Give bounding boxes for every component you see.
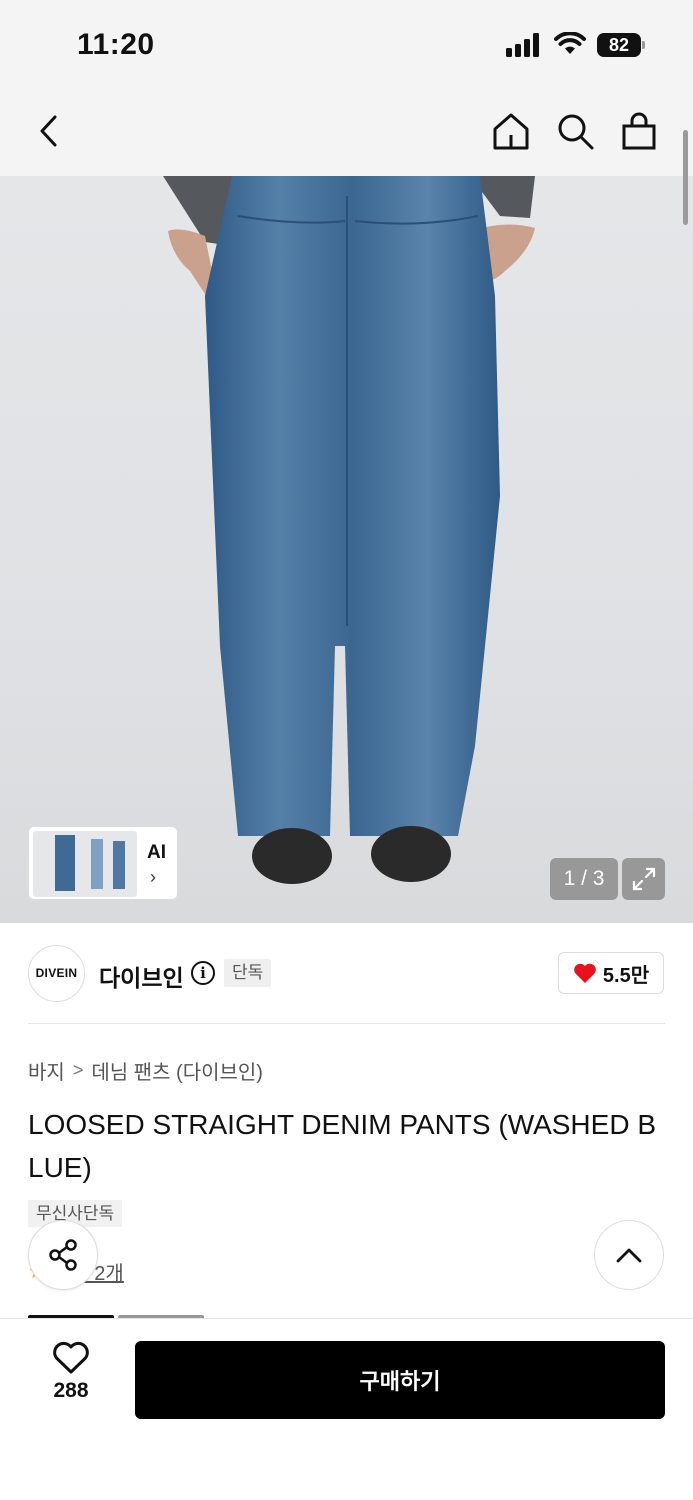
battery-level: 82 xyxy=(597,33,641,57)
brand-logo[interactable]: DIVEIN xyxy=(28,945,85,1002)
home-icon xyxy=(493,113,529,150)
top-nav-bar xyxy=(0,86,693,176)
wishlist-count: 288 xyxy=(53,1379,89,1402)
product-image[interactable]: AI › 1 / 3 xyxy=(0,176,693,923)
breadcrumb-separator: > xyxy=(72,1060,84,1080)
expand-icon xyxy=(632,867,655,891)
brand-like-button[interactable]: 5.5만 xyxy=(558,952,664,994)
battery-icon: 82 xyxy=(597,33,645,57)
chevron-left-icon xyxy=(40,115,57,147)
chevron-up-icon xyxy=(616,1248,642,1263)
heart-outline-icon xyxy=(53,1341,89,1374)
shopping-bag-icon xyxy=(622,112,656,150)
buy-button[interactable]: 구매하기 xyxy=(135,1341,665,1419)
ai-label: AI xyxy=(147,842,166,863)
status-bar: 11:20 82 xyxy=(0,0,693,86)
wifi-icon xyxy=(554,32,586,54)
exclusive-badge: 단독 xyxy=(224,959,272,987)
back-button[interactable] xyxy=(28,110,70,152)
share-icon xyxy=(49,1239,77,1271)
search-icon xyxy=(558,114,594,150)
brand-name[interactable]: 다이브인 xyxy=(99,959,184,993)
info-icon[interactable]: i xyxy=(191,961,215,985)
cart-button[interactable] xyxy=(618,110,660,152)
breadcrumb: 바지 > 데님 팬츠 (다이브인) xyxy=(28,1056,263,1085)
breadcrumb-item-denim[interactable]: 데님 팬츠 (다이브인) xyxy=(91,1056,263,1085)
scrollbar[interactable] xyxy=(683,130,688,225)
product-title: LOOSED STRAIGHT DENIM PANTS (WASHED BLUE… xyxy=(28,1109,657,1183)
product-photo xyxy=(163,176,535,884)
breadcrumb-item-pants[interactable]: 바지 xyxy=(28,1056,65,1085)
ai-thumbnail-button[interactable]: AI › xyxy=(28,826,178,900)
thumbnail-image xyxy=(33,831,137,897)
home-button[interactable] xyxy=(490,110,532,152)
chevron-right-icon: › xyxy=(150,867,156,887)
search-button[interactable] xyxy=(554,110,596,152)
wishlist-button[interactable]: 288 xyxy=(30,1341,112,1411)
share-button[interactable] xyxy=(28,1220,98,1290)
scroll-top-button[interactable] xyxy=(594,1220,664,1290)
divider xyxy=(28,1023,665,1024)
brand-like-count: 5.5만 xyxy=(602,964,650,987)
expand-button[interactable] xyxy=(622,858,665,900)
signal-icon xyxy=(506,33,542,57)
bottom-action-bar: 288 구매하기 xyxy=(0,1318,693,1500)
image-counter: 1 / 3 xyxy=(550,858,618,900)
heart-filled-icon xyxy=(574,963,596,983)
status-time: 11:20 xyxy=(77,28,155,61)
